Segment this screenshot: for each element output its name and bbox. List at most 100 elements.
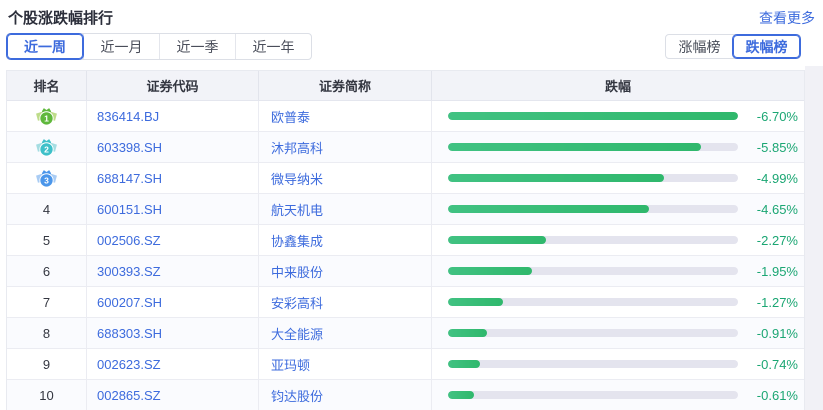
right-gutter	[805, 66, 823, 410]
table-row: 8688303.SH大全能源 -0.91%	[7, 318, 804, 349]
board-toggle-1[interactable]: 涨幅榜	[666, 35, 733, 58]
change-percent: -1.95%	[757, 264, 798, 279]
stock-code-link[interactable]: 300393.SZ	[87, 256, 259, 286]
stock-ranking-widget: 个股涨跌幅排行 查看更多 近一周近一月近一季近一年 涨幅榜跌幅榜 排名 证券代码…	[0, 0, 823, 410]
stock-code-link[interactable]: 688147.SH	[87, 163, 259, 193]
rank-medal-2-icon: 2	[35, 138, 58, 157]
stock-name-link[interactable]: 安彩高科	[259, 287, 432, 317]
change-bar-fill	[448, 236, 546, 244]
table-row: 5002506.SZ协鑫集成 -2.27%	[7, 225, 804, 256]
change-bar-track	[448, 174, 738, 182]
rank-cell: 1	[7, 101, 87, 131]
change-cell: -4.99%	[432, 163, 804, 193]
stock-code-link[interactable]: 002506.SZ	[87, 225, 259, 255]
change-bar-track	[448, 360, 738, 368]
change-percent: -0.74%	[757, 357, 798, 372]
rank-cell: 8	[7, 318, 87, 348]
stock-name-link[interactable]: 沐邦高科	[259, 132, 432, 162]
change-bar-track	[448, 298, 738, 306]
rank-cell: 5	[7, 225, 87, 255]
change-bar-fill	[448, 174, 664, 182]
change-bar-fill	[448, 205, 649, 213]
svg-text:1: 1	[44, 113, 49, 123]
change-bar-track	[448, 112, 738, 120]
rank-cell: 7	[7, 287, 87, 317]
period-tab-1[interactable]: 近一周	[7, 34, 83, 59]
change-bar-track	[448, 267, 738, 275]
rank-cell: 6	[7, 256, 87, 286]
change-bar-fill	[448, 143, 701, 151]
change-percent: -6.70%	[757, 109, 798, 124]
change-percent: -2.27%	[757, 233, 798, 248]
rank-cell: 3	[7, 163, 87, 193]
column-header-code: 证券代码	[87, 71, 259, 100]
change-cell: -1.95%	[432, 256, 804, 286]
stock-code-link[interactable]: 836414.BJ	[87, 101, 259, 131]
change-percent: -0.61%	[757, 388, 798, 403]
view-more-link[interactable]: 查看更多	[759, 8, 815, 28]
stock-code-link[interactable]: 600207.SH	[87, 287, 259, 317]
period-tab-group: 近一周近一月近一季近一年	[6, 33, 312, 60]
table-row: 1 836414.BJ欧普泰 -6.70%	[7, 101, 804, 132]
change-cell: -0.74%	[432, 349, 804, 379]
rank-medal-1-icon: 1	[35, 107, 58, 126]
stock-code-link[interactable]: 002623.SZ	[87, 349, 259, 379]
column-header-rank: 排名	[7, 71, 87, 100]
stock-code-link[interactable]: 688303.SH	[87, 318, 259, 348]
change-cell: -0.91%	[432, 318, 804, 348]
table-header-row: 排名 证券代码 证券简称 跌幅	[7, 71, 804, 101]
table-row: 3 688147.SH微导纳米 -4.99%	[7, 163, 804, 194]
table-row: 10002865.SZ钧达股份 -0.61%	[7, 380, 804, 410]
change-percent: -5.85%	[757, 140, 798, 155]
stock-code-link[interactable]: 603398.SH	[87, 132, 259, 162]
page-title: 个股涨跌幅排行	[8, 7, 113, 28]
change-bar-fill	[448, 267, 532, 275]
stock-name-link[interactable]: 钧达股份	[259, 380, 432, 410]
board-toggle-2[interactable]: 跌幅榜	[733, 35, 800, 58]
stock-name-link[interactable]: 亚玛顿	[259, 349, 432, 379]
stock-code-link[interactable]: 002865.SZ	[87, 380, 259, 410]
column-header-change: 跌幅	[432, 71, 804, 100]
change-bar-fill	[448, 360, 480, 368]
period-tab-3[interactable]: 近一季	[159, 34, 235, 59]
change-cell: -4.65%	[432, 194, 804, 224]
table-row: 6300393.SZ中来股份 -1.95%	[7, 256, 804, 287]
change-percent: -1.27%	[757, 295, 798, 310]
change-bar-fill	[448, 112, 738, 120]
svg-text:2: 2	[44, 144, 49, 154]
stock-code-link[interactable]: 600151.SH	[87, 194, 259, 224]
stock-name-link[interactable]: 航天机电	[259, 194, 432, 224]
ranking-table: 排名 证券代码 证券简称 跌幅 1 836414.BJ欧普泰 -6.70% 2 6033…	[6, 70, 805, 410]
rank-cell: 9	[7, 349, 87, 379]
change-bar-track	[448, 205, 738, 213]
period-tab-4[interactable]: 近一年	[235, 34, 311, 59]
table-row: 4600151.SH航天机电 -4.65%	[7, 194, 804, 225]
change-cell: -1.27%	[432, 287, 804, 317]
period-tab-2[interactable]: 近一月	[83, 34, 159, 59]
rank-cell: 4	[7, 194, 87, 224]
rank-cell: 10	[7, 380, 87, 410]
svg-text:3: 3	[44, 175, 49, 185]
table-row: 7600207.SH安彩高科 -1.27%	[7, 287, 804, 318]
change-percent: -0.91%	[757, 326, 798, 341]
change-bar-track	[448, 143, 738, 151]
change-bar-fill	[448, 298, 503, 306]
column-header-name: 证券简称	[259, 71, 432, 100]
stock-name-link[interactable]: 大全能源	[259, 318, 432, 348]
change-cell: -2.27%	[432, 225, 804, 255]
rank-medal-3-icon: 3	[35, 169, 58, 188]
stock-name-link[interactable]: 微导纳米	[259, 163, 432, 193]
change-cell: -0.61%	[432, 380, 804, 410]
stock-name-link[interactable]: 欧普泰	[259, 101, 432, 131]
change-percent: -4.65%	[757, 202, 798, 217]
rank-cell: 2	[7, 132, 87, 162]
change-bar-fill	[448, 329, 487, 337]
change-cell: -5.85%	[432, 132, 804, 162]
change-percent: -4.99%	[757, 171, 798, 186]
stock-name-link[interactable]: 中来股份	[259, 256, 432, 286]
change-bar-track	[448, 391, 738, 399]
change-cell: -6.70%	[432, 101, 804, 131]
stock-name-link[interactable]: 协鑫集成	[259, 225, 432, 255]
board-toggle-group: 涨幅榜跌幅榜	[665, 34, 801, 59]
table-body: 1 836414.BJ欧普泰 -6.70% 2 603398.SH沐邦高科 -5.85% 3…	[7, 101, 804, 410]
